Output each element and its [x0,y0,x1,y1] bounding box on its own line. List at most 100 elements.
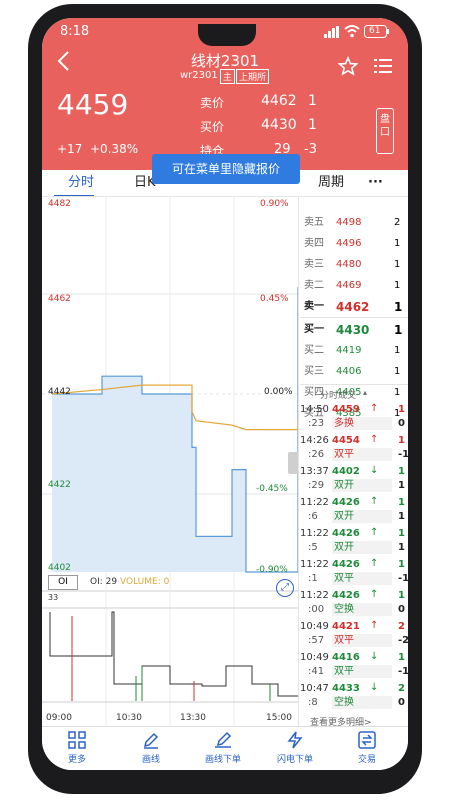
trade-oi-change: -2 [398,635,408,646]
trade-arrow: ↑ [370,434,379,445]
trade-arrow: ↑ [370,558,379,569]
trade-price: 4426 [332,590,360,601]
y-label-bottom: 4402 [48,563,71,573]
ask-level-volume: 1 [394,280,401,291]
trade-seconds: :5 [308,542,318,553]
pct-label-2: 0.45% [260,294,289,304]
trade-price: 4426 [332,497,360,508]
flash-order-button[interactable]: 闪电下单 [260,731,330,765]
x-label: 13:30 [180,713,206,723]
main-contract-badge: 主 [220,69,236,84]
chart-collapse-handle[interactable] [288,452,298,474]
tab-more[interactable]: ··· [368,170,383,196]
trade-time: 11:22 [300,497,329,508]
oi-line [49,611,298,697]
quote-header: 8:18 61 线材2301 wr2301 主 上期所 4459 +17 +0.… [42,18,408,170]
bid-level-label: 买三 [304,366,324,377]
tab-period[interactable]: 周期 [318,170,344,196]
price-change-pct: +0.38% [90,142,139,156]
trades-divider [300,384,408,385]
indicator-select-button[interactable]: OI [48,575,78,590]
trade-volume: 1 [398,466,405,477]
ask-level-volume: 1 [394,238,401,249]
y-label-2: 4462 [48,294,71,304]
trade-oi-change: 1 [398,480,405,491]
bid-level-label: 买二 [304,345,324,356]
ask-price: 4462 [261,93,297,109]
hide-quote-tooltip: 可在菜单里隐藏报价 [152,154,300,184]
pen-icon [143,732,159,749]
trade-row: 10:47 4433 ↓ 2:8 空换 0 [298,681,408,711]
trade-type: 空换 [332,696,392,709]
ask-row: 卖一 4462 1 [300,296,408,318]
more-button-label: 更多 [67,755,86,765]
exchange-icon [358,731,376,749]
trade-volume: 1 [398,404,405,415]
trade-row: 14:26 4454 ↑ 1:26 双平 -1 [298,433,408,463]
ask-level-label: 卖五 [304,217,324,228]
ask-level-label: 卖一 [304,301,324,312]
draw-line-label: 画线 [141,755,160,765]
ask-row: 卖二 4469 1 [300,275,408,297]
signal-icon [324,26,340,42]
intraday-chart [42,196,298,726]
trade-button[interactable]: 交易 [332,731,402,765]
trade-price: 4402 [332,466,360,477]
trade-row: 13:37 4402 ↓ 1:29 双开 1 [298,464,408,494]
trade-oi-change: 0 [398,697,405,708]
trade-time: 10:47 [300,683,329,694]
y-label-4: 4422 [48,480,71,490]
trades-sort-icon[interactable]: ▴ [363,388,367,397]
wifi-icon [344,25,360,42]
trade-type: 双平 [332,572,392,585]
star-icon[interactable] [337,55,359,80]
fullscreen-icon[interactable]: ⤢ [276,579,294,597]
trade-row: 11:22 4426 ↑ 1:00 空换 0 [298,588,408,618]
orderbook-mid-divider [300,317,408,318]
trade-seconds: :1 [308,573,318,584]
ask-level-label: 卖四 [304,238,324,249]
trade-price: 4459 [332,404,360,415]
bid-level-price: 4430 [336,323,370,337]
ask-row: 卖五 4498 2 [300,212,408,234]
menu-icon[interactable] [374,58,392,78]
trade-row: 11:22 4426 ↑ 1:1 双平 -1 [298,557,408,587]
price-change: +17 [57,142,83,156]
orderbook-toggle-label: 盘口 [380,114,390,138]
trade-arrow: ↑ [370,496,379,507]
orderbook-toggle[interactable]: 盘口 [376,108,394,154]
trade-oi-change: -1 [398,573,408,584]
ask-level-price: 4469 [336,280,362,291]
bid-level-price: 4419 [336,345,362,356]
trade-seconds: :23 [308,418,325,429]
trade-volume: 1 [398,528,405,539]
trade-arrow: ↓ [370,682,379,693]
trade-price: 4454 [332,435,360,446]
draw-line-button[interactable]: 画线 [116,731,186,765]
trade-type: 双开 [332,479,392,492]
bid-level-volume: 1 [394,323,403,337]
trade-seconds: :29 [308,480,325,491]
trade-seconds: :57 [308,635,325,646]
back-icon[interactable] [56,50,70,76]
x-label: 10:30 [116,713,142,723]
oi-label: OI: 29 [90,577,118,587]
trade-seconds: :6 [308,511,318,522]
pct-label-4: -0.45% [256,484,288,494]
bid-level-price: 4406 [336,366,362,377]
trade-time: 14:26 [300,435,329,446]
bid-level-volume: 1 [394,345,401,356]
instrument-title: 线材2301 [190,52,260,70]
more-button[interactable]: 更多 [42,731,112,765]
trade-price: 4421 [332,621,360,632]
grid-icon [68,731,86,749]
trade-arrow: ↑ [370,589,379,600]
ask-level-price: 4462 [336,300,370,314]
draw-order-button[interactable]: 画线下单 [188,731,258,765]
tab-fenshi[interactable]: 分时 [68,170,94,196]
pct-label-bottom: -0.90% [256,565,288,575]
lightning-icon [287,731,303,749]
ask-level-volume: 2 [394,217,401,228]
volume-label: VOLUME: 0 [120,577,170,587]
ask-level-price: 4496 [336,238,362,249]
